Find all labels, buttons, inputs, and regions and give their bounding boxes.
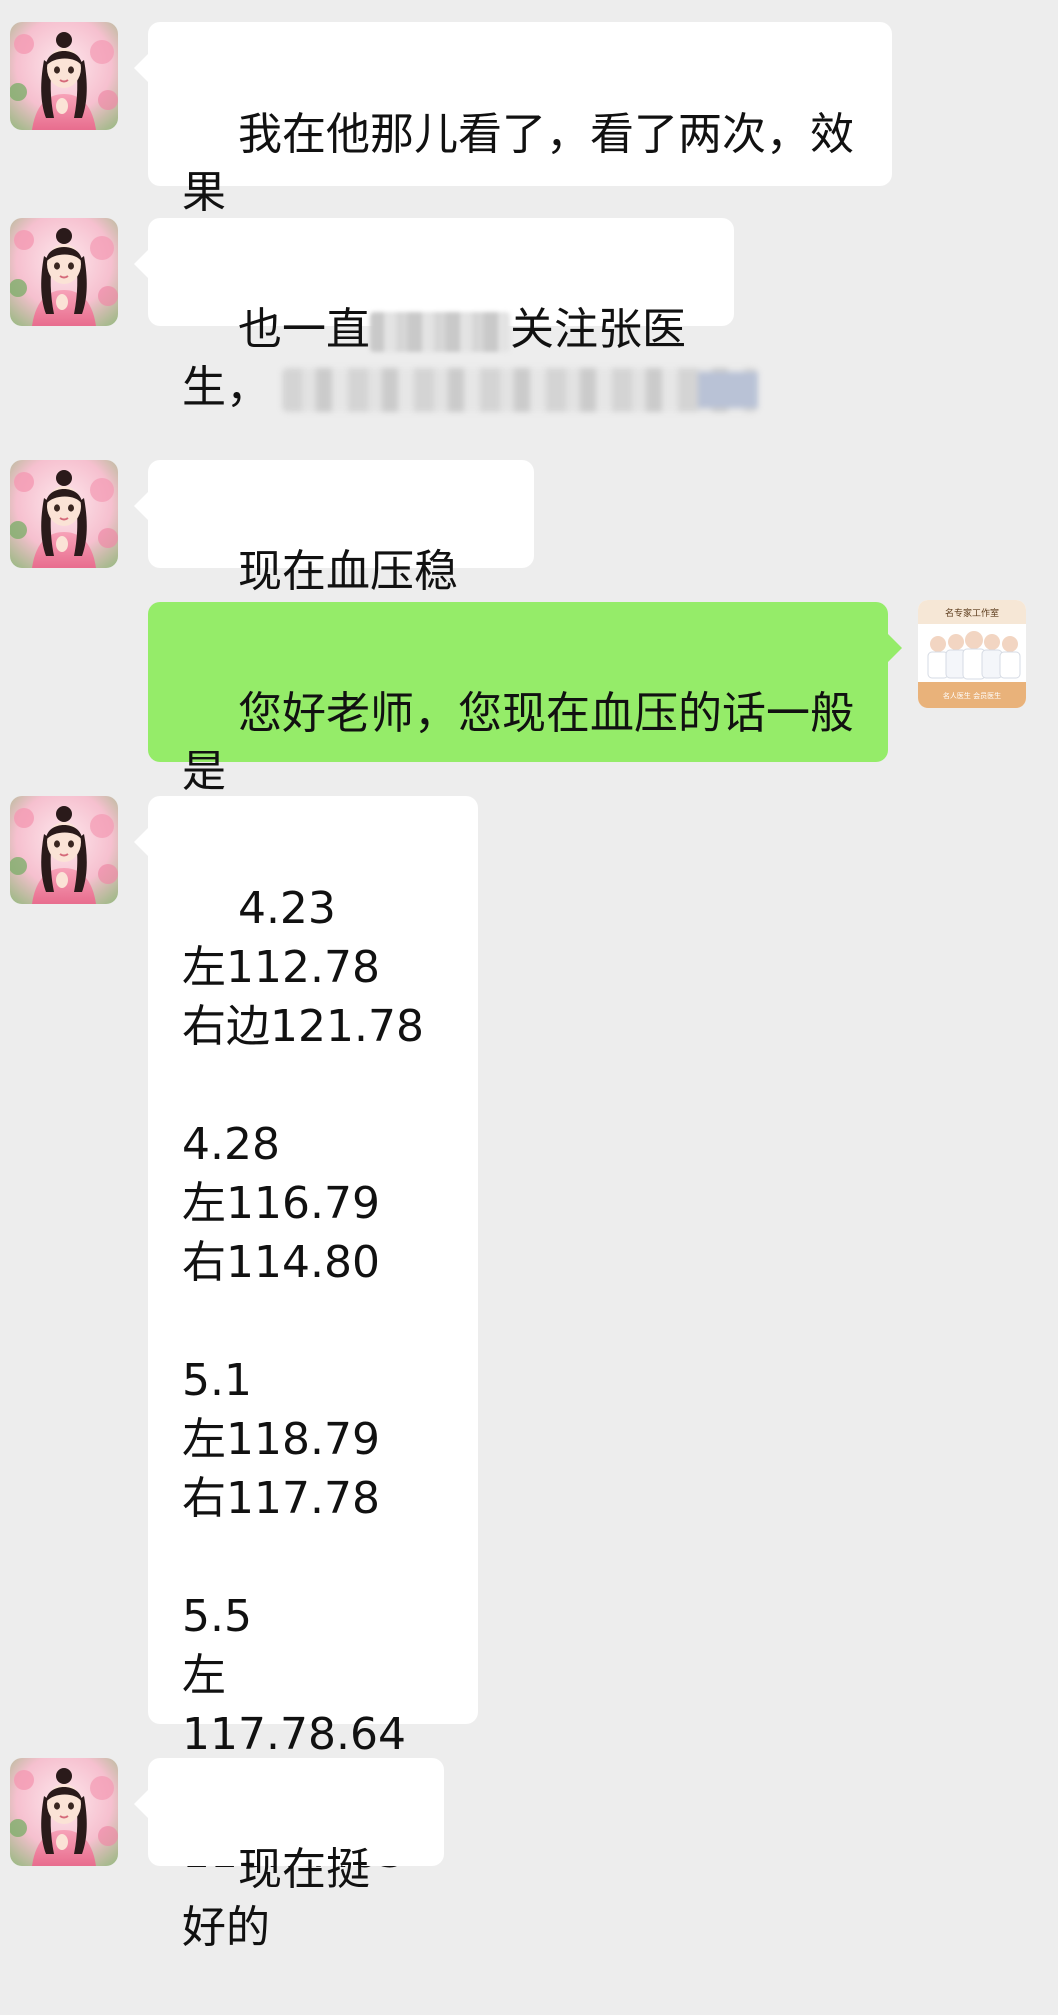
message-bubble-6[interactable]: 现在挺好的 xyxy=(134,1758,444,1953)
contact-avatar[interactable] xyxy=(10,460,118,568)
self-avatar[interactable]: 名专家工作室 名人医生 会员医生 xyxy=(918,600,1026,708)
contact-avatar[interactable] xyxy=(10,1758,118,1866)
contact-avatar[interactable] xyxy=(10,22,118,130)
girl-portrait-icon xyxy=(10,218,118,326)
message-bubble-1[interactable]: 我在他那儿看了，看了两次，效果 可好 xyxy=(134,22,892,276)
self-avatar-banner: 名专家工作室 xyxy=(945,607,999,619)
redacted-timestamp-tail xyxy=(698,372,758,408)
message-text: 4.23 左112.78 右边121.78 4.28 左116.79 右114.… xyxy=(182,883,424,1878)
contact-avatar[interactable] xyxy=(10,796,118,904)
redacted-text xyxy=(369,312,510,352)
girl-portrait-icon xyxy=(10,796,118,904)
contact-avatar[interactable] xyxy=(10,218,118,326)
girl-portrait-icon xyxy=(10,460,118,568)
message-bubble-self[interactable]: 您好老师，您现在血压的话一般是 多少 xyxy=(148,602,902,855)
message-bubble-2[interactable]: 也一直 关注张医生， xyxy=(134,218,734,413)
doctor-team-icon: 名专家工作室 名人医生 会员医生 xyxy=(918,600,1026,708)
girl-portrait-icon xyxy=(10,1758,118,1866)
chat-view: 我在他那儿看了，看了两次，效果 可好 也一直关注张医生， 现在血压稳定了 您好老… xyxy=(0,0,1058,1953)
message-bubble-readings[interactable]: 4.23 左112.78 右边121.78 4.28 左116.79 右114.… xyxy=(134,796,478,1878)
message-bubble-3[interactable]: 现在血压稳定了 xyxy=(134,460,534,655)
message-text-before: 也一直 xyxy=(237,304,370,355)
redacted-timestamp xyxy=(282,368,758,412)
girl-portrait-icon xyxy=(10,22,118,130)
self-avatar-caption: 名人医生 会员医生 xyxy=(943,691,1001,700)
message-text: 现在挺好的 xyxy=(182,1844,370,1953)
